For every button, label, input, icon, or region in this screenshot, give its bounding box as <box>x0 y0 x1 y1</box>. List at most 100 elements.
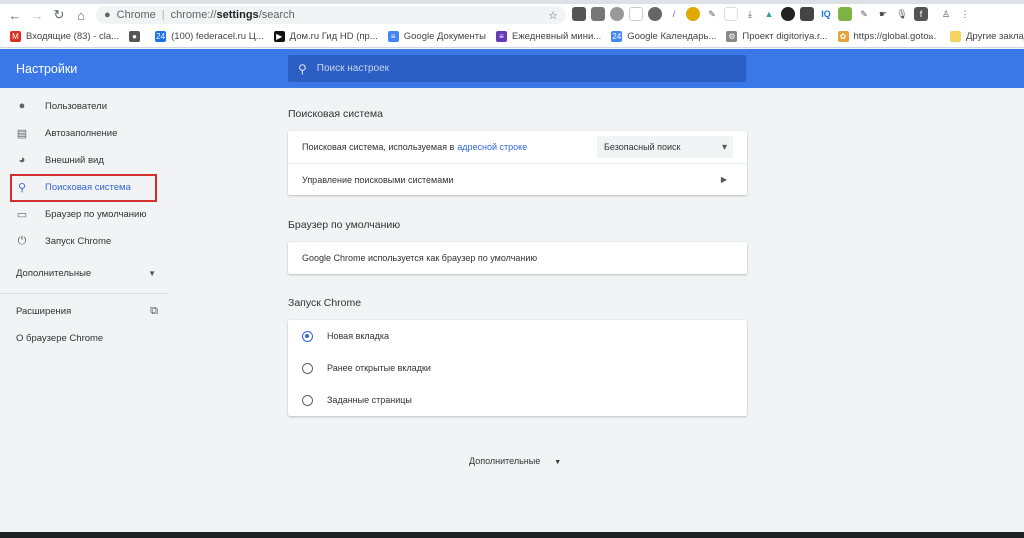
extension-icon[interactable]: ♙ <box>939 7 953 21</box>
startup-option-continue[interactable]: Ранее открытые вкладки <box>288 352 747 384</box>
startup-option-new-tab[interactable]: Новая вкладка <box>288 320 747 352</box>
extension-icon[interactable] <box>800 7 814 21</box>
search-engine-select[interactable]: Безопасный поиск ▾ <box>597 136 733 158</box>
sidebar-extensions[interactable]: Расширения ⧉ <box>16 303 158 319</box>
advanced-label: Дополнительные <box>469 456 541 466</box>
sidebar-extensions-label: Расширения <box>16 305 72 317</box>
section-title-search-engine: Поисковая система <box>288 108 383 120</box>
other-bookmarks[interactable]: Другие закладки <box>950 31 1024 42</box>
forward-icon[interactable]: → <box>26 8 48 23</box>
extension-icon[interactable] <box>838 7 852 21</box>
default-browser-card: Google Chrome используется как браузер п… <box>288 242 747 274</box>
caret-down-icon: ▾ <box>721 141 727 153</box>
bookmark-label: https://global.goto... <box>853 31 937 42</box>
bookmark-item[interactable]: ⚙ Проект digitoriya.r... <box>726 31 828 42</box>
browser-toolbar: ← → ↻ ⌂ ● Chrome | chrome://settings/sea… <box>0 4 1024 26</box>
select-value: Безопасный поиск <box>604 142 681 152</box>
bookmark-item[interactable]: ≡ Ежедневный мини... <box>495 31 602 42</box>
default-browser-status: Google Chrome используется как браузер п… <box>302 253 538 263</box>
star-icon[interactable]: ☆ <box>548 9 558 22</box>
address-bar[interactable]: ● Chrome | chrome://settings/search ☆ <box>96 6 566 24</box>
sidebar-about-label: О браузере Chrome <box>16 332 104 344</box>
sidebar-about[interactable]: О браузере Chrome <box>16 330 103 346</box>
home-icon[interactable]: ⌂ <box>70 8 92 23</box>
extension-icon[interactable]: IQ <box>819 7 833 21</box>
sidebar-item-appearance[interactable]: ◕ Внешний вид <box>16 152 104 168</box>
extension-icon[interactable]: ☛ <box>876 7 890 21</box>
extension-icon[interactable]: ✎ <box>857 7 871 21</box>
highlight-box <box>10 174 157 202</box>
bookmark-label: Ежедневный мини... <box>511 31 602 42</box>
extensions-bar: / ✎ ⤓ ▲ IQ ✎ ☛ 🎙 f ♙ ⋮ <box>572 7 972 21</box>
search-engine-label: Поисковая система, используемая в <box>302 142 455 152</box>
address-bar-link[interactable]: адресной строке <box>457 142 527 152</box>
extension-icon[interactable] <box>629 7 643 21</box>
forms-icon: ≡ <box>495 31 507 42</box>
extension-icon[interactable] <box>610 7 624 21</box>
startup-card: Новая вкладка Ранее открытые вкладки Зад… <box>288 320 747 416</box>
sidebar-item-people[interactable]: ● Пользователи <box>16 98 107 114</box>
extension-icon[interactable]: ▲ <box>762 7 776 21</box>
caret-down-icon: ▼ <box>148 268 156 278</box>
back-icon[interactable]: ← <box>4 8 26 23</box>
clipboard-icon: ▤ <box>16 127 28 140</box>
bookmark-item[interactable]: 24 Google Календарь... <box>611 31 716 42</box>
bookmark-item[interactable]: ≡ Google Документы <box>387 31 486 42</box>
radio-button[interactable] <box>302 394 313 406</box>
extension-icon[interactable]: ✎ <box>705 7 719 21</box>
play-icon: ▶ <box>273 31 285 42</box>
extension-icon[interactable] <box>572 7 586 21</box>
extension-icon[interactable]: ⤓ <box>743 7 757 21</box>
extension-icon[interactable] <box>591 7 605 21</box>
browser-icon: ▭ <box>16 208 28 221</box>
sidebar-item-label: Браузер по умолчанию <box>45 208 147 220</box>
divider <box>0 293 168 294</box>
extension-icon[interactable] <box>781 7 795 21</box>
microphone-icon[interactable]: 🎙 <box>895 7 909 21</box>
palette-icon: ◕ <box>18 154 26 166</box>
extension-icon[interactable] <box>724 7 738 21</box>
extension-icon[interactable]: / <box>667 7 681 21</box>
site-info-icon[interactable]: ● <box>104 9 111 21</box>
more-bookmarks-icon[interactable]: » <box>928 31 933 42</box>
url-suffix: /search <box>258 9 295 21</box>
gmail-icon: M <box>10 31 21 42</box>
sidebar-advanced[interactable]: Дополнительные ▼ <box>16 265 156 281</box>
menu-icon[interactable]: ⋮ <box>958 7 972 21</box>
bookmark-label: Проект digitoriya.r... <box>742 31 828 42</box>
sidebar-item-startup[interactable]: ⏻ Запуск Chrome <box>16 233 112 249</box>
bookmark-label: Google Документы <box>403 31 486 42</box>
sidebar-item-default-browser[interactable]: ▭ Браузер по умолчанию <box>16 206 147 222</box>
radio-label: Заданные страницы <box>327 395 412 405</box>
section-title-default-browser: Браузер по умолчанию <box>288 219 401 231</box>
globe-icon: ● <box>129 31 141 42</box>
facebook-icon[interactable]: f <box>914 7 928 21</box>
bookmark-item[interactable]: M Входящие (83) - cla... <box>10 31 119 42</box>
chevron-right-icon: ▶ <box>720 175 727 184</box>
other-bookmarks-label: Другие закладки <box>966 31 1024 42</box>
url-prefix: chrome:// <box>170 9 217 21</box>
startup-option-specific-pages[interactable]: Заданные страницы <box>288 384 747 416</box>
bookmark-label: Входящие (83) - cla... <box>26 31 120 42</box>
docs-icon: ≡ <box>387 31 399 42</box>
bookmark-label: Google Календарь... <box>627 31 717 42</box>
bookmark-item[interactable]: ● <box>129 31 145 42</box>
site-label: Chrome <box>116 9 156 21</box>
radio-label: Ранее открытые вкладки <box>327 363 431 373</box>
url-bold: settings <box>216 9 259 21</box>
manage-search-engines-row[interactable]: Управление поисковыми системами ▶ <box>288 163 747 195</box>
page-title: Настройки <box>16 62 78 76</box>
extension-icon[interactable] <box>648 7 662 21</box>
bookmark-item[interactable]: ✿ https://global.goto... <box>837 31 937 42</box>
radio-button[interactable] <box>302 362 313 374</box>
bookmark-item[interactable]: 24 (100) federacel.ru Ц... <box>155 31 264 42</box>
extension-icon[interactable] <box>686 7 700 21</box>
bookmarks-bar: M Входящие (83) - cla... ● 24 (100) federace… <box>0 26 1024 48</box>
sidebar-item-autofill[interactable]: ▤ Автозаполнение <box>16 125 118 141</box>
bookmark-item[interactable]: ▶ Дом.ru Гид HD (пр... <box>273 31 378 42</box>
reload-icon[interactable]: ↻ <box>48 7 70 23</box>
folder-icon <box>950 31 961 42</box>
radio-button[interactable] <box>302 330 313 342</box>
search-settings-input[interactable]: ⚲ Поиск настроек <box>288 55 746 82</box>
advanced-button[interactable]: Дополнительные ▼ <box>469 456 561 466</box>
